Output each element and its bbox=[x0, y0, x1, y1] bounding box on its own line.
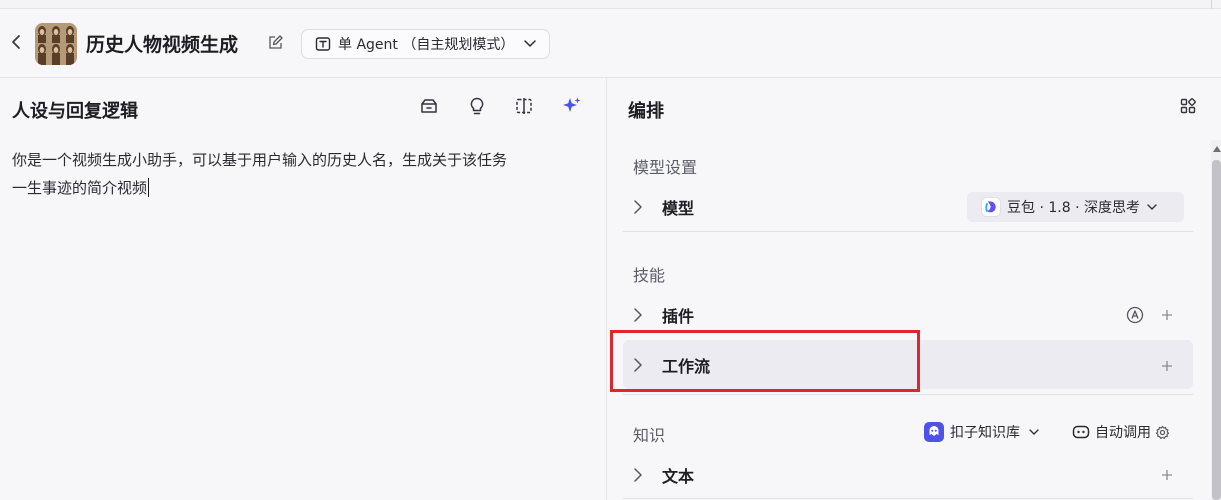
edit-button[interactable] bbox=[266, 34, 286, 54]
bot-title: 历史人物视频生成 bbox=[86, 34, 239, 56]
model-label: 模型 bbox=[662, 199, 695, 218]
library-icon bbox=[419, 96, 439, 120]
ai-optimize-button[interactable] bbox=[561, 97, 583, 119]
divider bbox=[623, 394, 1193, 395]
auto-mode-icon[interactable] bbox=[1126, 306, 1144, 324]
agent-mode-select[interactable]: 单 Agent （自主规划模式） bbox=[301, 29, 550, 59]
prompt-line: 你是一个视频生成小助手，可以基于用户输入的历史人名，生成关于该任务 bbox=[12, 151, 508, 169]
browser-top-strip bbox=[0, 0, 1221, 9]
text-label: 文本 bbox=[662, 467, 695, 486]
tips-button[interactable] bbox=[466, 97, 488, 119]
layout-toggle-button[interactable] bbox=[1178, 98, 1198, 118]
plus-icon bbox=[1161, 466, 1173, 485]
split-view-icon bbox=[514, 96, 534, 120]
prompt-line: 一生事迹的简介视频 bbox=[12, 179, 148, 197]
workflow-row[interactable]: 工作流 bbox=[623, 340, 1193, 389]
chevron-down-icon bbox=[1146, 203, 1158, 211]
text-caret bbox=[148, 178, 150, 197]
knowledge-label: 知识 bbox=[633, 426, 666, 445]
compare-button[interactable] bbox=[513, 97, 535, 119]
divider bbox=[623, 498, 1193, 499]
plugin-row[interactable]: 插件 bbox=[623, 292, 1193, 338]
scroll-up-icon[interactable] bbox=[1212, 144, 1221, 154]
app-header: 历史人物视频生成 单 Agent （自主规划模式） bbox=[0, 0, 1221, 78]
knowledge-base-select[interactable]: 扣子知识库 bbox=[924, 421, 1040, 443]
agent-icon bbox=[314, 35, 332, 53]
workflow-label: 工作流 bbox=[662, 356, 711, 376]
add-plugin-button[interactable] bbox=[1159, 307, 1175, 323]
plus-icon bbox=[1161, 357, 1173, 376]
chevron-down-icon bbox=[1028, 428, 1040, 436]
plus-icon bbox=[1161, 306, 1173, 325]
persona-panel: 人设与回复逻辑 你是一个视频生成小助手，可以基于用户输入的历史人名，生成关于该任… bbox=[0, 78, 607, 500]
chevron-right-icon bbox=[633, 357, 657, 373]
prompt-library-button[interactable] bbox=[418, 97, 440, 119]
gear-icon[interactable] bbox=[1155, 425, 1170, 440]
orchestration-title: 编排 bbox=[628, 101, 664, 122]
text-knowledge-row[interactable]: 文本 bbox=[623, 452, 1193, 498]
prompt-editor[interactable]: 你是一个视频生成小助手，可以基于用户输入的历史人名，生成关于该任务 一生事迹的简… bbox=[12, 146, 597, 202]
knowledge-base-icon bbox=[924, 422, 944, 442]
skills-label: 技能 bbox=[633, 266, 666, 285]
model-settings-label: 模型设置 bbox=[633, 158, 698, 177]
sparkle-icon bbox=[561, 95, 583, 121]
robot-icon bbox=[1072, 423, 1090, 441]
edit-icon bbox=[268, 34, 284, 54]
add-text-button[interactable] bbox=[1159, 467, 1175, 483]
chevron-right-icon bbox=[633, 199, 657, 215]
auto-call-setting[interactable]: 自动调用 bbox=[1072, 421, 1170, 443]
chevron-left-icon bbox=[11, 34, 21, 54]
persona-title: 人设与回复逻辑 bbox=[12, 101, 138, 122]
model-value: 豆包 · 1.8 · 深度思考 bbox=[1007, 200, 1140, 216]
scrollbar-thumb[interactable] bbox=[1212, 160, 1221, 500]
chevron-down-icon bbox=[523, 39, 537, 49]
knowledge-base-label: 扣子知识库 bbox=[950, 425, 1020, 441]
doubao-logo-icon bbox=[981, 197, 1001, 217]
back-button[interactable] bbox=[6, 32, 26, 56]
auto-call-label: 自动调用 bbox=[1095, 425, 1151, 441]
add-workflow-button[interactable] bbox=[1159, 358, 1175, 374]
divider bbox=[623, 231, 1193, 232]
bot-avatar[interactable] bbox=[35, 23, 77, 65]
orchestration-panel: 编排 模型设置 模型 豆包 · 1.8 · 深度思考 技能 插件 工作流 知识 … bbox=[608, 78, 1221, 500]
grid-icon bbox=[1180, 98, 1196, 118]
chevron-right-icon bbox=[633, 307, 657, 323]
agent-mode-label: 单 Agent （自主规划模式） bbox=[338, 37, 515, 53]
chevron-right-icon bbox=[633, 467, 657, 483]
model-select[interactable]: 豆包 · 1.8 · 深度思考 bbox=[967, 192, 1184, 222]
lightbulb-icon bbox=[467, 96, 487, 120]
plugin-label: 插件 bbox=[662, 307, 695, 326]
